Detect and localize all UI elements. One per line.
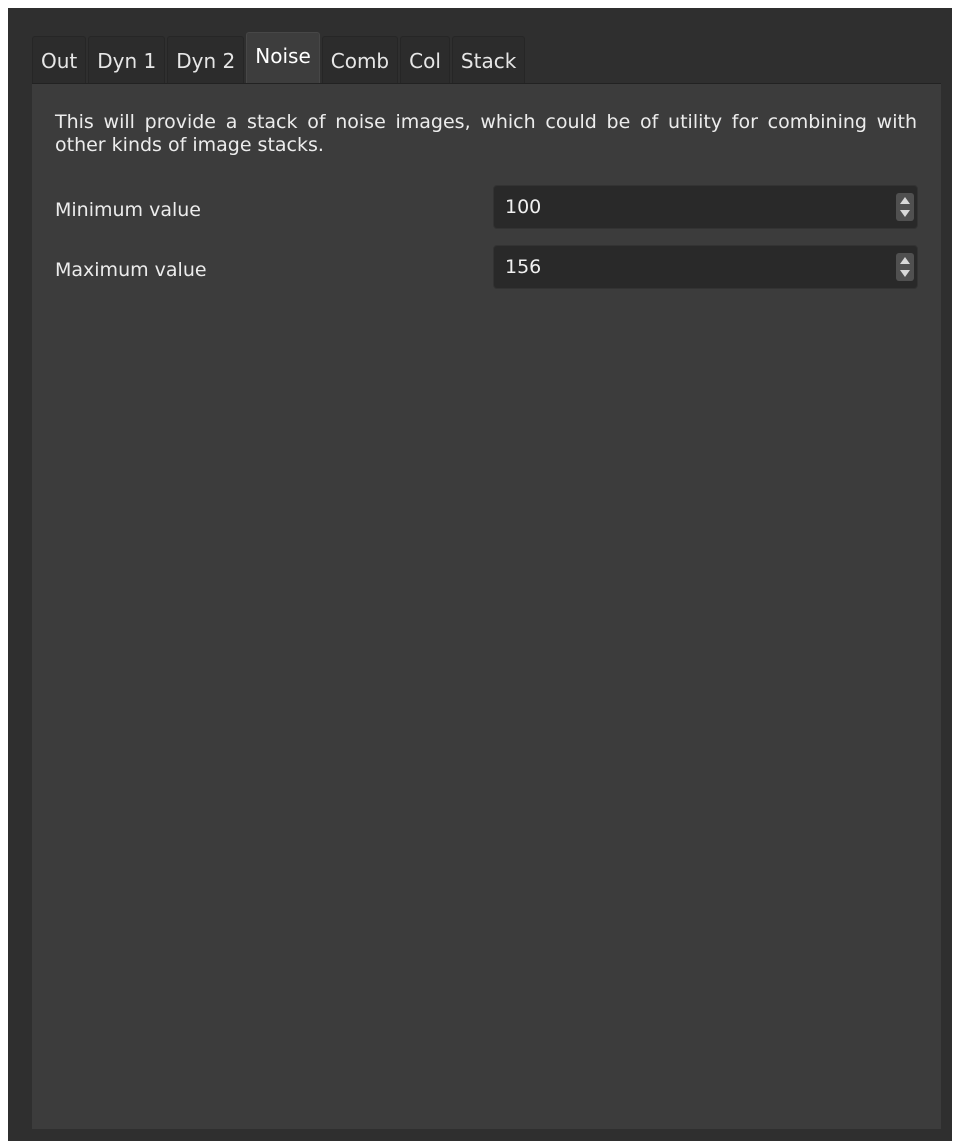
minimum-value-label: Minimum value <box>55 199 201 221</box>
maximum-value-input[interactable] <box>494 246 884 288</box>
tab-dyn-1[interactable]: Dyn 1 <box>88 36 166 84</box>
chevron-up-icon[interactable] <box>900 197 910 204</box>
tab-col[interactable]: Col <box>400 36 450 84</box>
tab-bar: Out Dyn 1 Dyn 2 Noise Comb Col Stack <box>32 32 527 84</box>
chevron-down-icon[interactable] <box>900 210 910 217</box>
noise-description: This will provide a stack of noise image… <box>55 111 917 156</box>
chevron-up-icon[interactable] <box>900 257 910 264</box>
tab-comb[interactable]: Comb <box>321 36 399 84</box>
maximum-value-stepper[interactable] <box>896 253 914 281</box>
tab-noise[interactable]: Noise <box>246 32 320 84</box>
tab-dyn-2[interactable]: Dyn 2 <box>167 36 245 84</box>
minimum-value-stepper[interactable] <box>896 193 914 221</box>
chevron-down-icon[interactable] <box>900 270 910 277</box>
maximum-value-label: Maximum value <box>55 259 207 281</box>
noise-panel: This will provide a stack of noise image… <box>32 84 941 1129</box>
tab-stack[interactable]: Stack <box>451 36 526 84</box>
minimum-value-input[interactable] <box>494 186 884 228</box>
tab-out[interactable]: Out <box>32 36 87 84</box>
minimum-value-spinbox[interactable] <box>493 185 918 229</box>
maximum-value-spinbox[interactable] <box>493 245 918 289</box>
